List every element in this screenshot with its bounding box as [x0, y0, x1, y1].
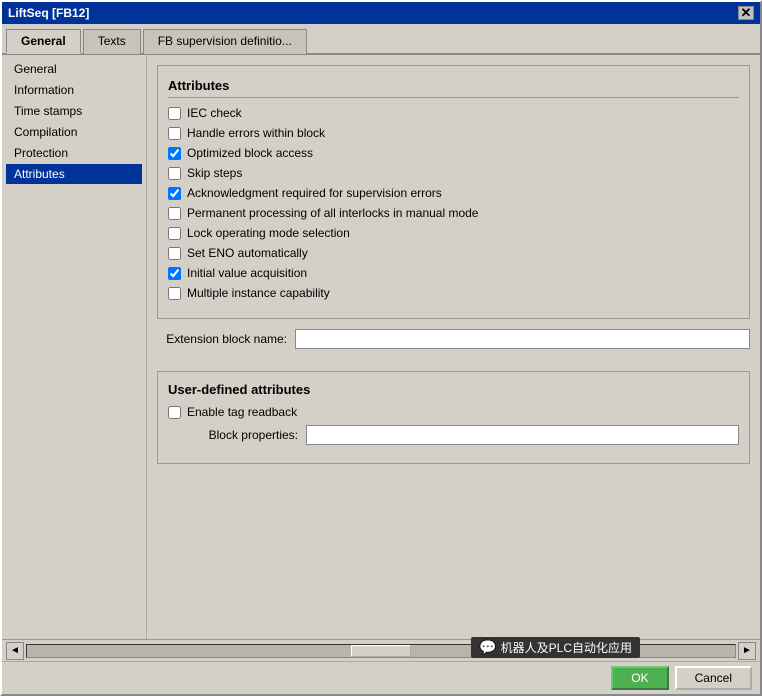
wechat-text: 机器人及PLC自动化应用 [501, 639, 632, 656]
acknowledgment-label: Acknowledgment required for supervision … [187, 186, 442, 200]
block-properties-row: Block properties: [168, 425, 739, 445]
multiple-instance-checkbox[interactable] [168, 287, 181, 300]
bottom-bar: 💬 机器人及PLC自动化应用 OK Cancel [2, 661, 760, 694]
sidebar-item-attributes[interactable]: Attributes [6, 164, 142, 184]
set-eno-checkbox[interactable] [168, 247, 181, 260]
tabs-bar: General Texts FB supervision definitio..… [2, 24, 760, 55]
optimized-block-row: Optimized block access [168, 146, 739, 160]
tab-fb-supervision[interactable]: FB supervision definitio... [143, 29, 307, 54]
initial-value-label: Initial value acquisition [187, 266, 307, 280]
wechat-icon: 💬 [479, 639, 496, 656]
optimized-block-checkbox[interactable] [168, 147, 181, 160]
cancel-button[interactable]: Cancel [675, 666, 752, 690]
close-button[interactable]: ✕ [738, 6, 754, 20]
set-eno-row: Set ENO automatically [168, 246, 739, 260]
scroll-right-button[interactable]: ► [738, 642, 756, 660]
iec-check-checkbox[interactable] [168, 107, 181, 120]
sidebar-item-compilation[interactable]: Compilation [6, 122, 142, 142]
user-defined-title: User-defined attributes [168, 382, 739, 397]
main-window: LiftSeq [FB12] ✕ General Texts FB superv… [0, 0, 762, 696]
block-properties-label: Block properties: [168, 428, 298, 442]
multiple-instance-row: Multiple instance capability [168, 286, 739, 300]
lock-operating-checkbox[interactable] [168, 227, 181, 240]
permanent-processing-checkbox[interactable] [168, 207, 181, 220]
handle-errors-checkbox[interactable] [168, 127, 181, 140]
main-content: General Information Time stamps Compilat… [2, 55, 760, 639]
attributes-section: Attributes IEC check Handle errors withi… [157, 65, 750, 319]
wechat-badge: 💬 机器人及PLC自动化应用 [471, 637, 640, 658]
content-area: Attributes IEC check Handle errors withi… [147, 55, 760, 639]
skip-steps-row: Skip steps [168, 166, 739, 180]
tab-general[interactable]: General [6, 29, 81, 54]
enable-tag-readback-label: Enable tag readback [187, 405, 297, 419]
tab-texts[interactable]: Texts [83, 29, 141, 54]
handle-errors-label: Handle errors within block [187, 126, 325, 140]
user-defined-section: User-defined attributes Enable tag readb… [157, 371, 750, 464]
scroll-thumb[interactable] [351, 645, 411, 657]
permanent-processing-label: Permanent processing of all interlocks i… [187, 206, 478, 220]
extension-block-row: Extension block name: [157, 329, 750, 349]
acknowledgment-row: Acknowledgment required for supervision … [168, 186, 739, 200]
sidebar: General Information Time stamps Compilat… [2, 55, 147, 639]
lock-operating-label: Lock operating mode selection [187, 226, 350, 240]
lock-operating-row: Lock operating mode selection [168, 226, 739, 240]
acknowledgment-checkbox[interactable] [168, 187, 181, 200]
enable-tag-readback-checkbox[interactable] [168, 406, 181, 419]
initial-value-row: Initial value acquisition [168, 266, 739, 280]
skip-steps-label: Skip steps [187, 166, 242, 180]
extension-block-label: Extension block name: [157, 332, 287, 346]
extension-block-input[interactable] [295, 329, 750, 349]
skip-steps-checkbox[interactable] [168, 167, 181, 180]
title-bar: LiftSeq [FB12] ✕ [2, 2, 760, 24]
sidebar-item-timestamps[interactable]: Time stamps [6, 101, 142, 121]
optimized-block-label: Optimized block access [187, 146, 313, 160]
handle-errors-row: Handle errors within block [168, 126, 739, 140]
sidebar-item-information[interactable]: Information [6, 80, 142, 100]
scroll-left-button[interactable]: ◄ [6, 642, 24, 660]
permanent-processing-row: Permanent processing of all interlocks i… [168, 206, 739, 220]
block-properties-input[interactable] [306, 425, 739, 445]
scrollbar-area: ◄ ► [2, 639, 760, 661]
ok-button[interactable]: OK [611, 666, 668, 690]
iec-check-row: IEC check [168, 106, 739, 120]
multiple-instance-label: Multiple instance capability [187, 286, 330, 300]
sidebar-item-protection[interactable]: Protection [6, 143, 142, 163]
initial-value-checkbox[interactable] [168, 267, 181, 280]
enable-tag-readback-row: Enable tag readback [168, 405, 739, 419]
set-eno-label: Set ENO automatically [187, 246, 308, 260]
iec-check-label: IEC check [187, 106, 242, 120]
attributes-section-title: Attributes [168, 78, 739, 98]
sidebar-item-general[interactable]: General [6, 59, 142, 79]
window-title: LiftSeq [FB12] [8, 6, 89, 20]
